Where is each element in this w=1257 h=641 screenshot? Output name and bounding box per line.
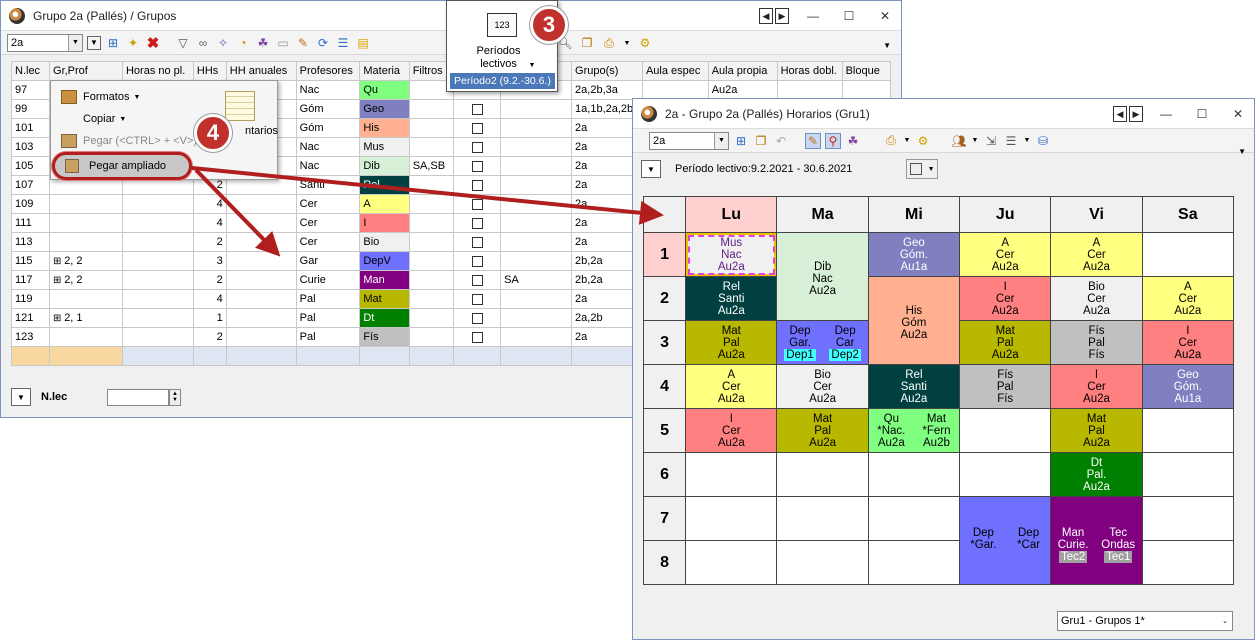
arrow-to-table [194, 168, 281, 257]
arrow-to-timetable [191, 166, 664, 225]
annotation-arrows [191, 166, 664, 257]
step-badge-4: 4 [194, 114, 232, 152]
step-badge-3: 3 [530, 6, 568, 44]
step-badge-3-label: 3 [542, 12, 556, 37]
step-badge-4-label: 4 [206, 120, 220, 145]
